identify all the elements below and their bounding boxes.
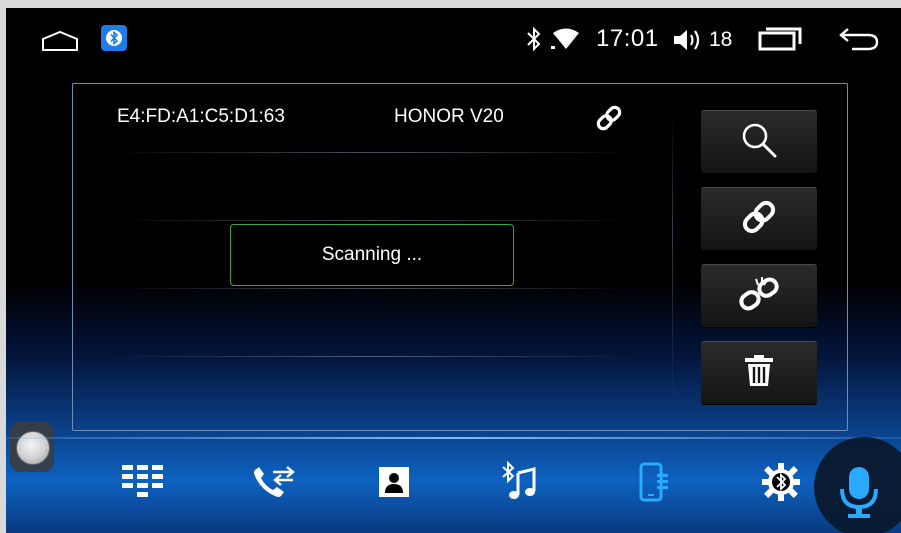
bluetooth-music-icon [500, 460, 538, 508]
contacts-icon [377, 465, 411, 504]
screen: 17:01 18 E4:FD:A1:C5:D1:63 HONOR V20 Sca… [6, 8, 901, 533]
clock: 17:01 [596, 25, 659, 52]
scanning-text: Scanning ... [321, 244, 423, 265]
scanning-dialog: Scanning ... [230, 224, 514, 286]
recent-apps-icon[interactable] [758, 26, 804, 57]
bluetooth-app-icon[interactable] [101, 25, 127, 51]
link-icon [594, 103, 624, 138]
status-bar: 17:01 18 [6, 8, 901, 68]
disconnect-button[interactable] [701, 264, 817, 327]
wifi-icon [551, 28, 581, 55]
list-item [113, 152, 633, 221]
search-icon [738, 119, 780, 166]
divider [672, 114, 673, 404]
list-item [113, 288, 633, 357]
dock-bt-music-button[interactable] [494, 459, 544, 509]
trash-icon [742, 354, 776, 393]
device-panel: E4:FD:A1:C5:D1:63 HONOR V20 Scanning ... [72, 83, 848, 431]
dock-call-log-button[interactable] [248, 459, 298, 509]
dock-divider [6, 437, 901, 439]
back-icon[interactable] [838, 25, 880, 58]
bluetooth-settings-icon [760, 461, 802, 508]
home-icon[interactable] [40, 30, 80, 57]
dock-devices-button[interactable] [629, 459, 679, 509]
device-address: E4:FD:A1:C5:D1:63 [117, 106, 285, 127]
dialpad-icon [122, 464, 164, 504]
microphone-icon[interactable] [839, 467, 879, 524]
connect-button[interactable] [701, 187, 817, 250]
volume-level: 18 [709, 28, 733, 51]
call-log-icon [249, 462, 297, 507]
volume-icon[interactable] [672, 27, 704, 58]
device-name: HONOR V20 [394, 106, 504, 127]
phone-device-icon [637, 461, 671, 508]
dock-dialpad-button[interactable] [118, 459, 168, 509]
dock-settings-button[interactable] [756, 459, 806, 509]
dock-contacts-button[interactable] [369, 459, 419, 509]
delete-button[interactable] [701, 341, 817, 404]
bottom-dock [6, 437, 901, 533]
bluetooth-status-icon [524, 26, 544, 57]
list-item[interactable]: E4:FD:A1:C5:D1:63 HONOR V20 [113, 84, 633, 153]
broken-link-icon [736, 273, 782, 320]
search-button[interactable] [701, 110, 817, 173]
link-icon [738, 196, 780, 243]
